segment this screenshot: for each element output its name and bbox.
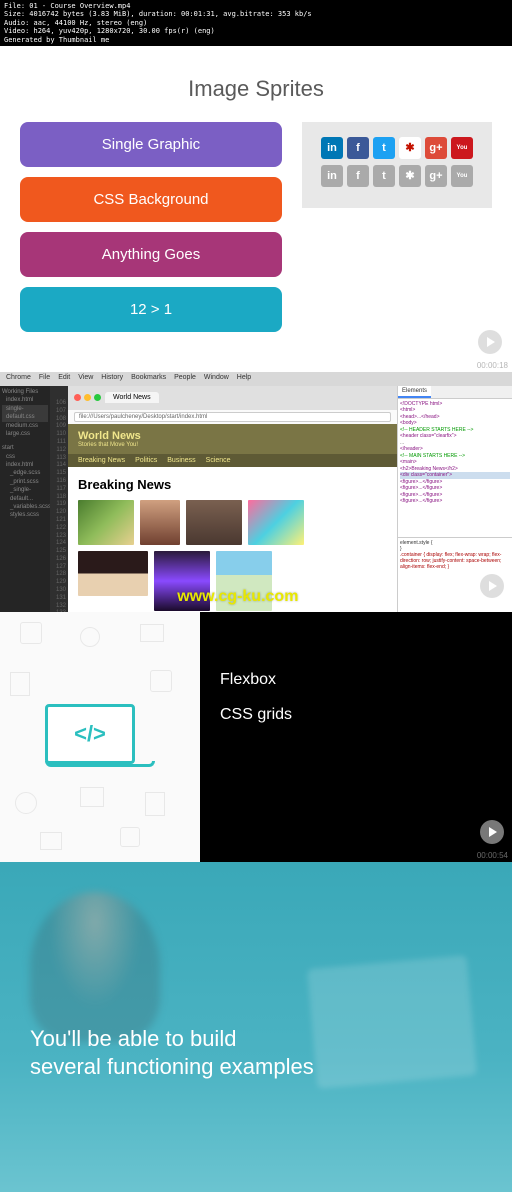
play-icon[interactable]: [478, 330, 502, 354]
topic-cssgrids: CSS grids: [220, 697, 492, 732]
tablet-background: [307, 955, 477, 1088]
page-heading: Breaking News: [78, 477, 387, 492]
meta-video: Video: h264, yuv420p, 1280x720, 30.00 fp…: [4, 27, 508, 35]
mac-menubar: Chrome File Edit View History Bookmarks …: [0, 372, 512, 386]
outro-line1: You'll be able to build: [30, 1025, 314, 1054]
play-icon[interactable]: [480, 820, 504, 844]
thumb-image: [248, 500, 304, 545]
browser-tab[interactable]: World News: [105, 392, 159, 403]
thumb-image: [140, 500, 180, 545]
sprite-example-box: in f t ✱ g+ You in f t ✱ g+ You: [302, 122, 492, 208]
thumb-image: [186, 500, 242, 545]
file-item[interactable]: _print.scss: [2, 478, 48, 486]
menu-window[interactable]: Window: [204, 374, 229, 384]
site-nav: Breaking News Politics Business Science: [68, 454, 397, 467]
devtools-tab-elements[interactable]: Elements: [398, 386, 431, 398]
site-header: World News Stories that Move You!: [68, 424, 397, 454]
googleplus-icon: g+: [425, 137, 447, 159]
thumb-image: [78, 551, 148, 596]
file-item[interactable]: _edge.scss: [2, 469, 48, 477]
file-item[interactable]: styles.scss: [2, 511, 48, 519]
file-item[interactable]: medium.css: [2, 422, 48, 430]
linkedin-gray-icon: in: [321, 165, 343, 187]
file-item[interactable]: _single-default...: [2, 486, 48, 503]
menu-bookmarks[interactable]: Bookmarks: [131, 374, 166, 384]
meta-size: Size: 4016742 bytes (3.83 MiB), duration…: [4, 10, 508, 18]
nav-link[interactable]: Science: [206, 457, 231, 464]
menu-help[interactable]: Help: [237, 374, 251, 384]
file-item[interactable]: index.html: [2, 461, 48, 469]
site-title: World News: [78, 430, 387, 442]
nav-link[interactable]: Business: [167, 457, 195, 464]
meta-file: File: 01 - Course Overview.mp4: [4, 2, 508, 10]
icon-row-color: in f t ✱ g+ You: [320, 137, 474, 159]
laptop-code-icon: </>: [45, 704, 155, 770]
menu-history[interactable]: History: [101, 374, 123, 384]
yelp-icon: ✱: [399, 137, 421, 159]
site-subtitle: Stories that Move You!: [78, 442, 387, 448]
person-background: [30, 892, 160, 1042]
file-item[interactable]: Working Files: [2, 388, 48, 396]
file-item[interactable]: _variables.scss: [2, 503, 48, 511]
meta-generated: Generated by Thumbnail me: [4, 36, 508, 44]
twitter-gray-icon: t: [373, 165, 395, 187]
pill-single-graphic[interactable]: Single Graphic: [20, 122, 282, 167]
twitter-icon: t: [373, 137, 395, 159]
nav-link[interactable]: Breaking News: [78, 457, 125, 464]
menu-file[interactable]: File: [39, 374, 50, 384]
linkedin-icon: in: [321, 137, 343, 159]
watermark: www.cg-ku.com: [177, 588, 298, 606]
thumb-image: [78, 500, 134, 545]
file-item[interactable]: single-default.css: [2, 405, 48, 422]
timestamp-1: 00:00:18: [477, 361, 508, 370]
slide-flexbox-grids: </> Flexbox CSS grids 00:00:54: [0, 612, 512, 862]
youtube-gray-icon: You: [451, 165, 473, 187]
pill-css-background[interactable]: CSS Background: [20, 177, 282, 222]
slide-screenshot-ide: Chrome File Edit View History Bookmarks …: [0, 372, 512, 612]
file-item[interactable]: index.html: [2, 396, 48, 404]
pill-anything-goes[interactable]: Anything Goes: [20, 232, 282, 277]
nav-link[interactable]: Politics: [135, 457, 157, 464]
outro-line2: several functioning examples: [30, 1053, 314, 1082]
menu-view[interactable]: View: [78, 374, 93, 384]
topics-panel: Flexbox CSS grids: [200, 612, 512, 862]
facebook-gray-icon: f: [347, 165, 369, 187]
topic-flexbox: Flexbox: [220, 662, 492, 697]
facebook-icon: f: [347, 137, 369, 159]
pill-twelve-gt-one[interactable]: 12 > 1: [20, 287, 282, 332]
browser-window: World News file:///Users/paulcheney/Desk…: [68, 386, 397, 612]
devtools-styles[interactable]: element.style { } .container { display: …: [398, 537, 512, 572]
file-metadata: File: 01 - Course Overview.mp4 Size: 401…: [0, 0, 512, 46]
line-number-gutter: 1061071081091101111121131141151161171181…: [50, 372, 68, 612]
googleplus-gray-icon: g+: [425, 165, 447, 187]
pill-buttons-column: Single Graphic CSS Background Anything G…: [20, 122, 282, 332]
slide1-title: Image Sprites: [20, 76, 492, 102]
slide-image-sprites: Image Sprites Single Graphic CSS Backgro…: [0, 46, 512, 372]
menu-app[interactable]: Chrome: [6, 374, 31, 384]
meta-audio: Audio: aac, 44100 Hz, stereo (eng): [4, 19, 508, 27]
file-item[interactable]: start: [2, 444, 48, 452]
youtube-icon: You: [451, 137, 473, 159]
menu-people[interactable]: People: [174, 374, 196, 384]
play-icon[interactable]: [480, 574, 504, 598]
editor-sidebar: Working Files index.html single-default.…: [0, 372, 50, 612]
menu-edit[interactable]: Edit: [58, 374, 70, 384]
timestamp-3: 00:00:54: [477, 851, 508, 860]
window-controls[interactable]: [74, 394, 101, 401]
icon-row-gray: in f t ✱ g+ You: [320, 165, 474, 187]
outro-text: You'll be able to build several function…: [30, 1025, 314, 1082]
yelp-gray-icon: ✱: [399, 165, 421, 187]
file-item[interactable]: css: [2, 453, 48, 461]
file-item[interactable]: large.css: [2, 430, 48, 438]
devtools-elements-tree[interactable]: <!DOCTYPE html> <html> <head>...</head> …: [398, 399, 512, 507]
icon-pattern-panel: </>: [0, 612, 200, 862]
slide-outro: You'll be able to build several function…: [0, 862, 512, 1192]
address-bar[interactable]: file:///Users/paulcheney/Desktop/start/i…: [74, 412, 391, 422]
